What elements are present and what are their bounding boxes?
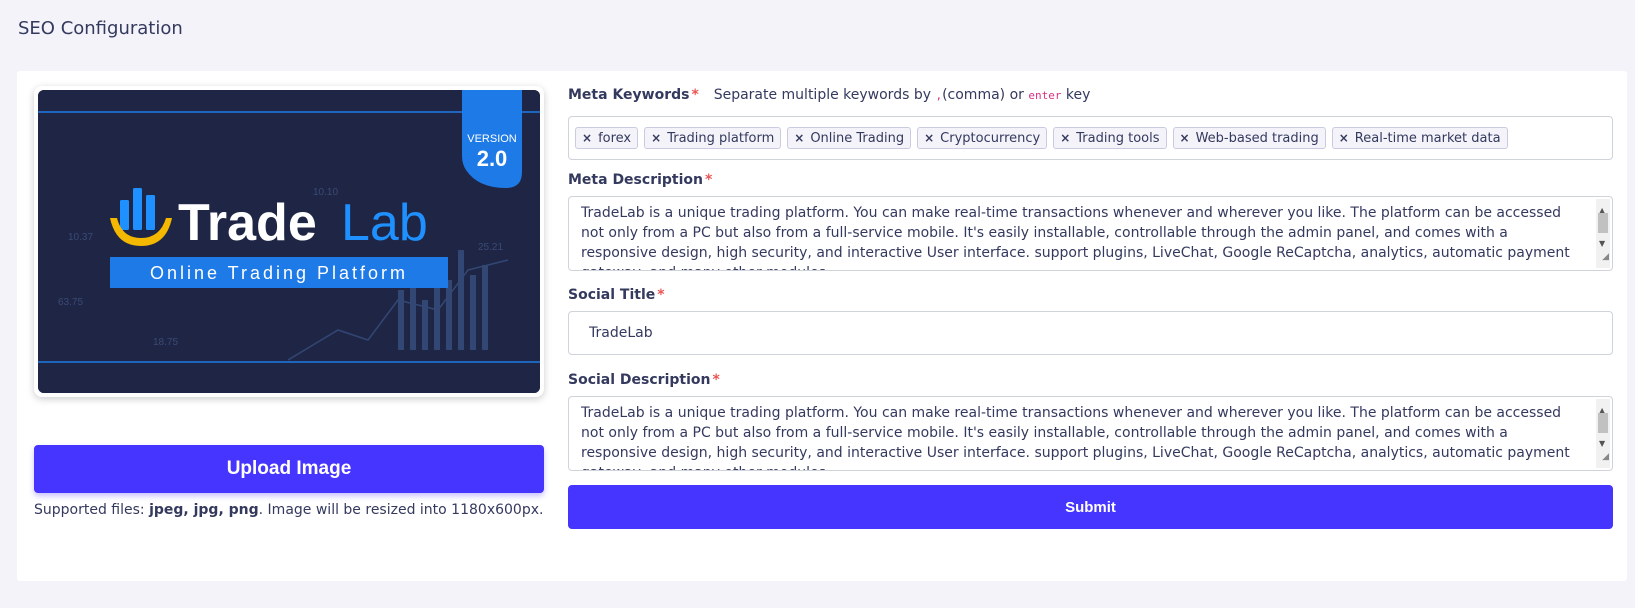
- required-mark: *: [705, 172, 713, 188]
- supported-prefix: Supported files:: [34, 502, 150, 518]
- required-mark: *: [657, 287, 665, 303]
- scroll-thumb[interactable]: [1598, 213, 1608, 233]
- chart-number: 10.37: [68, 232, 93, 243]
- close-icon[interactable]: ×: [651, 131, 661, 145]
- version-number: 2.0: [477, 146, 508, 171]
- hint-after: key: [1061, 87, 1091, 103]
- meta-keywords-label: Meta Keywords * Separate multiple keyword…: [568, 87, 1090, 103]
- hint-middle: (comma) or: [942, 87, 1029, 103]
- image-preview-inner: 10.37 63.75 18.75 25.21 10.10 VERSION 2.…: [38, 90, 540, 393]
- upload-image-button[interactable]: Upload Image: [34, 445, 544, 493]
- tradelab-banner: 10.37 63.75 18.75 25.21 10.10 VERSION 2.…: [38, 90, 540, 393]
- social-title-label: Social Title *: [568, 287, 665, 303]
- keyword-text: Online Trading: [810, 130, 905, 146]
- hint-before: Separate multiple keywords by: [713, 87, 936, 103]
- brand-trade: Trade: [178, 194, 317, 252]
- keyword-tag: × Web-based trading: [1172, 127, 1326, 149]
- meta-description-label-text: Meta Description: [568, 172, 703, 188]
- keyword-text: Trading tools: [1076, 130, 1160, 146]
- supported-files-note: Supported files: jpeg, jpg, png. Image w…: [34, 502, 543, 518]
- keyword-text: Real-time market data: [1354, 130, 1501, 146]
- meta-keywords-input[interactable]: × forex × Trading platform × Online Trading…: [568, 116, 1613, 160]
- close-icon[interactable]: ×: [582, 131, 592, 145]
- submit-button[interactable]: Submit: [568, 485, 1613, 529]
- close-icon[interactable]: ×: [1339, 131, 1349, 145]
- close-icon[interactable]: ×: [1180, 131, 1190, 145]
- image-preview[interactable]: 10.37 63.75 18.75 25.21 10.10 VERSION 2.…: [34, 86, 544, 397]
- supported-types: jpeg, jpg, png: [149, 502, 259, 518]
- version-label: VERSION: [467, 133, 517, 145]
- keyword-text: Cryptocurrency: [940, 130, 1041, 146]
- brand-lab: Lab: [341, 194, 428, 252]
- required-mark: *: [691, 87, 699, 103]
- social-description-textarea[interactable]: TradeLab is a unique trading platform. Y…: [568, 396, 1613, 471]
- keyword-tag: × Trading tools: [1053, 127, 1167, 149]
- social-description-label-text: Social Description: [568, 372, 711, 388]
- keyword-tag: × Real-time market data: [1331, 127, 1508, 149]
- social-description-value: TradeLab is a unique trading platform. Y…: [581, 405, 1570, 470]
- keyword-tag: × Online Trading: [787, 127, 912, 149]
- chart-number: 63.75: [58, 297, 83, 308]
- keyword-tag: × Trading platform: [644, 127, 782, 149]
- supported-suffix: . Image will be resized into 1180x600px.: [258, 502, 544, 518]
- meta-description-label: Meta Description *: [568, 172, 712, 188]
- scroll-thumb[interactable]: [1598, 413, 1608, 433]
- close-icon[interactable]: ×: [924, 131, 934, 145]
- seo-card: 10.37 63.75 18.75 25.21 10.10 VERSION 2.…: [17, 71, 1627, 581]
- close-icon[interactable]: ×: [794, 131, 804, 145]
- keyword-text: Trading platform: [667, 130, 775, 146]
- tagline: Online Trading Platform: [150, 263, 408, 283]
- chart-number: 25.21: [478, 242, 503, 253]
- hint-enter: enter: [1028, 89, 1062, 102]
- social-title-value: TradeLab: [589, 325, 653, 341]
- required-mark: *: [712, 372, 720, 388]
- social-title-input[interactable]: TradeLab: [568, 311, 1613, 355]
- keyword-tag: × forex: [575, 127, 639, 149]
- social-description-label: Social Description *: [568, 372, 720, 388]
- page-title: SEO Configuration: [18, 18, 183, 39]
- keyword-tag: × Cryptocurrency: [917, 127, 1048, 149]
- meta-description-textarea[interactable]: TradeLab is a unique trading platform. Y…: [568, 196, 1613, 271]
- chart-number: 18.75: [153, 337, 178, 348]
- meta-keywords-hint: Separate multiple keywords by ,(comma) o…: [714, 87, 1091, 103]
- resize-handle-icon[interactable]: ◢: [1602, 247, 1609, 267]
- meta-keywords-label-text: Meta Keywords: [568, 87, 690, 103]
- keyword-text: Web-based trading: [1195, 130, 1319, 146]
- meta-description-value: TradeLab is a unique trading platform. Y…: [581, 205, 1570, 270]
- close-icon[interactable]: ×: [1060, 131, 1070, 145]
- chart-number: 10.10: [313, 187, 338, 198]
- keyword-text: forex: [598, 130, 632, 146]
- resize-handle-icon[interactable]: ◢: [1602, 447, 1609, 467]
- social-title-label-text: Social Title: [568, 287, 656, 303]
